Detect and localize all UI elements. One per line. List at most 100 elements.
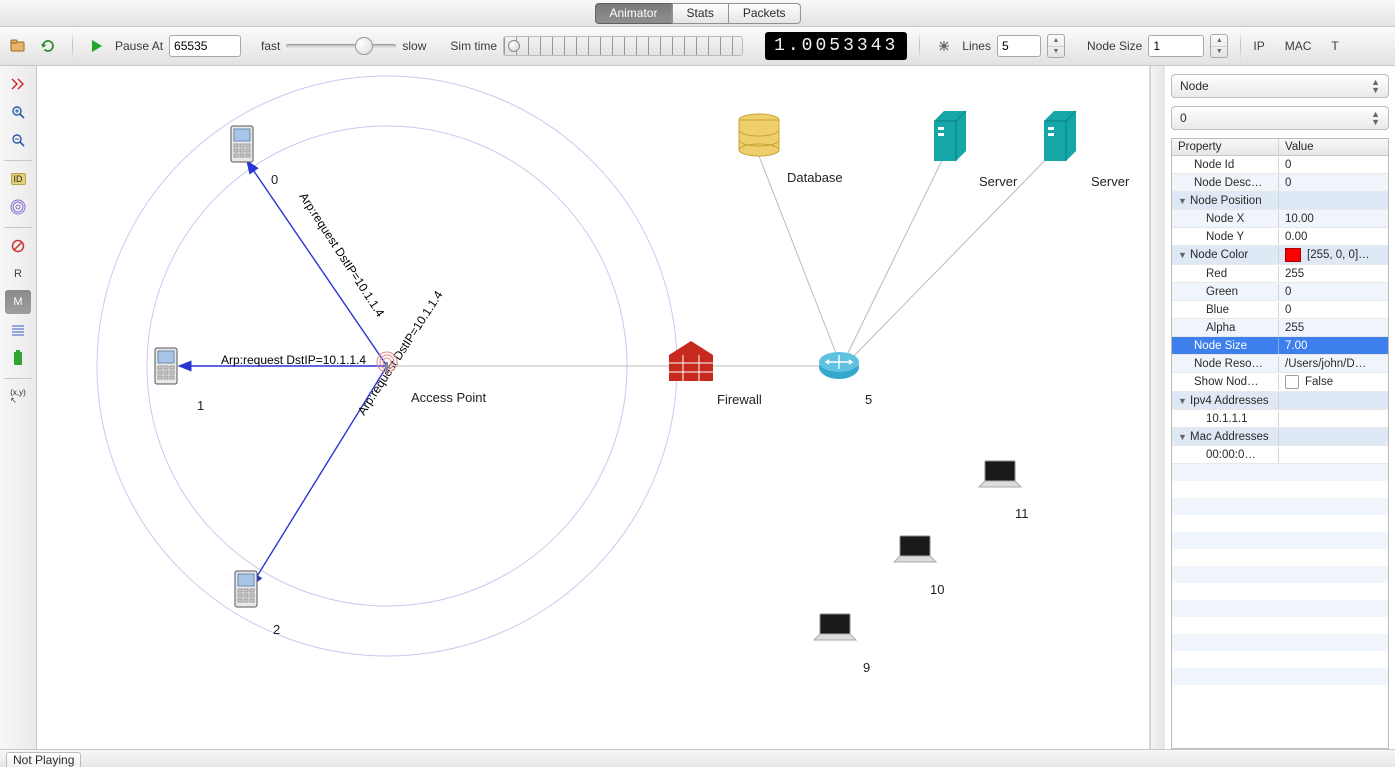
- label-server-b: Server: [1091, 174, 1129, 189]
- svg-text:Arp:request DstIP=10.1.1.4: Arp:request DstIP=10.1.1.4: [221, 353, 366, 367]
- block-icon-button[interactable]: [5, 234, 31, 258]
- tab-stats[interactable]: Stats: [671, 3, 728, 24]
- chevron-down-icon: ▼: [1178, 250, 1188, 260]
- step-forward-button[interactable]: [5, 72, 31, 96]
- chevron-down-icon: ▼: [1178, 196, 1188, 206]
- tab-packets[interactable]: Packets: [729, 3, 801, 24]
- checkbox-icon[interactable]: [1285, 375, 1299, 389]
- row-node-id[interactable]: Node Id0: [1172, 156, 1388, 174]
- label-node-11: 11: [1015, 506, 1029, 521]
- main-area: ID R M (x,y)↖: [0, 66, 1395, 749]
- pause-at-label: Pause At: [115, 39, 163, 53]
- row-green[interactable]: Green0: [1172, 283, 1388, 301]
- reload-button[interactable]: [36, 34, 60, 58]
- node-size-label: Node Size: [1087, 39, 1142, 53]
- row-show-node[interactable]: Show Nod…False: [1172, 373, 1388, 392]
- t-toggle[interactable]: T: [1331, 39, 1338, 53]
- node-server-a[interactable]: [934, 111, 966, 161]
- node-5[interactable]: [819, 352, 859, 379]
- row-mac-0[interactable]: 00:00:0…: [1172, 446, 1388, 464]
- main-toolbar: Pause At fast slow Sim time 1.0053343 Li…: [0, 27, 1395, 66]
- open-file-button[interactable]: [6, 34, 30, 58]
- node-size-input[interactable]: [1148, 35, 1204, 57]
- lines-label: Lines: [962, 39, 991, 53]
- tab-animator[interactable]: Animator: [594, 3, 671, 24]
- node-1[interactable]: [155, 348, 177, 384]
- updown-icon: ▲▼: [1371, 110, 1380, 126]
- node-0[interactable]: [231, 126, 253, 162]
- sim-time-label: Sim time: [450, 39, 497, 53]
- row-mac[interactable]: ▼Mac Addresses: [1172, 428, 1388, 446]
- color-swatch-icon: [1285, 248, 1301, 262]
- node-database[interactable]: [739, 114, 779, 156]
- node-server-b[interactable]: [1044, 111, 1076, 161]
- zoom-in-button[interactable]: [5, 100, 31, 124]
- wireless-circles-button[interactable]: [5, 195, 31, 219]
- label-firewall: Firewall: [717, 392, 762, 407]
- row-blue[interactable]: Blue0: [1172, 301, 1388, 319]
- status-bar: Not Playing: [0, 749, 1395, 767]
- header-value: Value: [1279, 139, 1388, 155]
- app-header: Animator Stats Packets: [0, 0, 1395, 27]
- label-database: Database: [787, 170, 843, 185]
- label-access-point: Access Point: [411, 390, 486, 405]
- row-ipv4-0[interactable]: 10.1.1.1: [1172, 410, 1388, 428]
- node-9[interactable]: [814, 614, 856, 640]
- ip-toggle[interactable]: IP: [1253, 39, 1264, 53]
- list-lines-button[interactable]: [5, 318, 31, 342]
- r-button[interactable]: R: [5, 262, 31, 286]
- object-index-value: 0: [1180, 111, 1187, 125]
- canvas-vertical-scrollbar[interactable]: [1150, 66, 1165, 749]
- row-alpha[interactable]: Alpha255: [1172, 319, 1388, 337]
- object-type-select[interactable]: Node ▲▼: [1171, 74, 1389, 98]
- label-node-2: 2: [273, 622, 280, 637]
- mac-toggle[interactable]: MAC: [1285, 39, 1312, 53]
- canvas[interactable]: Arp:request DstIP=10.1.1.4 Arp:request D…: [37, 66, 1150, 749]
- node-size-stepper[interactable]: ▲▼: [1210, 34, 1228, 58]
- play-button[interactable]: [85, 34, 109, 58]
- battery-button[interactable]: [5, 346, 31, 370]
- label-node-10: 10: [930, 582, 944, 597]
- label-node-5: 5: [865, 392, 872, 407]
- property-table[interactable]: Property Value Node Id0 Node Desc…0 ▼Nod…: [1171, 138, 1389, 749]
- label-node-9: 9: [863, 660, 870, 675]
- chevron-down-icon: ▼: [1178, 432, 1188, 442]
- row-node-y[interactable]: Node Y0.00: [1172, 228, 1388, 246]
- header-property: Property: [1172, 139, 1279, 155]
- row-node-resource[interactable]: Node Reso…/Users/john/D…: [1172, 355, 1388, 373]
- m-button[interactable]: M: [5, 290, 31, 314]
- lines-input[interactable]: [997, 35, 1041, 57]
- pause-at-input[interactable]: [169, 35, 241, 57]
- lines-stepper[interactable]: ▲▼: [1047, 34, 1065, 58]
- object-index-select[interactable]: 0 ▲▼: [1171, 106, 1389, 130]
- label-node-0: 0: [271, 172, 278, 187]
- grid-toggle-button[interactable]: [932, 34, 956, 58]
- object-type-value: Node: [1180, 79, 1209, 93]
- row-node-x[interactable]: Node X10.00: [1172, 210, 1388, 228]
- pointer-xy-button[interactable]: (x,y)↖: [5, 385, 31, 409]
- node-firewall[interactable]: [669, 341, 713, 381]
- updown-icon: ▲▼: [1371, 78, 1380, 94]
- row-ipv4[interactable]: ▼Ipv4 Addresses: [1172, 392, 1388, 410]
- view-tab-group: Animator Stats Packets: [594, 3, 800, 24]
- sim-time-slider[interactable]: [503, 36, 743, 56]
- node-2[interactable]: [235, 571, 257, 607]
- node-10[interactable]: [894, 536, 936, 562]
- show-ids-button[interactable]: ID: [5, 167, 31, 191]
- speed-slider[interactable]: [286, 37, 396, 55]
- zoom-out-button[interactable]: [5, 128, 31, 152]
- label-server-a: Server: [979, 174, 1017, 189]
- chevron-down-icon: ▼: [1178, 396, 1188, 406]
- left-toolbar: ID R M (x,y)↖: [0, 66, 37, 749]
- row-node-position[interactable]: ▼Node Position: [1172, 192, 1388, 210]
- label-node-1: 1: [197, 398, 204, 413]
- play-status: Not Playing: [6, 752, 81, 767]
- row-node-color[interactable]: ▼Node Color[255, 0, 0]…: [1172, 246, 1388, 265]
- properties-panel: Node ▲▼ 0 ▲▼ Property Value Node Id0 Nod…: [1165, 66, 1395, 749]
- row-red[interactable]: Red255: [1172, 265, 1388, 283]
- node-11[interactable]: [979, 461, 1021, 487]
- row-node-desc[interactable]: Node Desc…0: [1172, 174, 1388, 192]
- row-node-size[interactable]: Node Size7.00: [1172, 337, 1388, 355]
- speed-slow-label: slow: [402, 39, 426, 53]
- sim-time-display: 1.0053343: [765, 32, 907, 60]
